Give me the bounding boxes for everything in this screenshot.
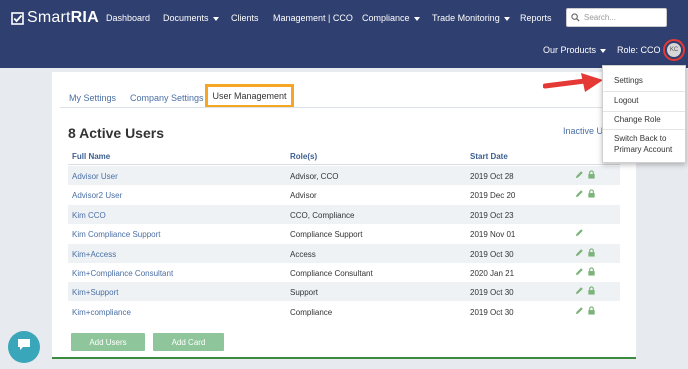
menu-item-logout[interactable]: Logout [614,95,638,106]
user-role: Compliance [290,307,333,317]
user-name-link[interactable]: Kim+Support [72,288,118,297]
user-start-date: 2019 Oct 30 [470,249,514,259]
nav-trade-monitoring[interactable]: Trade Monitoring [432,13,510,23]
table-row: Kim+Support Support 2019 Oct 30 [68,282,620,302]
nav-reports[interactable]: Reports [520,13,552,23]
search-box[interactable] [566,8,667,27]
column-header-roles[interactable]: Role(s) [290,152,317,161]
user-name-link[interactable]: Kim+Access [72,250,116,259]
edit-pencil-icon[interactable] [575,248,584,257]
user-name-link[interactable]: Kim Compliance Support [72,230,160,239]
table-row: Advisor2 User Advisor 2019 Dec 20 [68,185,620,204]
user-role: Access [290,249,316,259]
user-role: Advisor, CCO [290,172,339,181]
row-actions [575,286,596,295]
tab-user-management-label: User Management [212,91,287,101]
search-input[interactable] [584,13,664,22]
menu-item-switch-back[interactable]: Switch Back to Primary Account [614,133,682,155]
add-card-button[interactable]: Add Card [153,333,224,351]
row-actions [575,189,596,198]
row-actions [575,228,584,237]
menu-item-settings[interactable]: Settings [614,75,643,86]
table-row: Kim CCO CCO, Compliance 2019 Oct 23 [68,204,620,224]
avatar: KC [667,43,681,57]
tab-company-settings[interactable]: Company Settings [130,93,204,103]
search-icon [571,9,580,27]
row-actions [575,267,596,276]
user-start-date: 2019 Oct 30 [470,288,514,298]
table-row: Kim Compliance Support Compliance Support… [68,224,620,243]
lock-icon[interactable] [587,306,596,315]
nav-management-cco[interactable]: Management | CCO [273,13,353,23]
user-avatar-button[interactable]: KC [663,39,685,61]
user-start-date: 2019 Oct 28 [470,172,514,181]
chevron-down-icon [503,16,510,21]
lock-icon[interactable] [587,286,596,295]
chat-widget-button[interactable] [8,331,40,363]
row-actions [575,306,596,315]
column-header-start-date[interactable]: Start Date [470,152,508,161]
lock-icon[interactable] [587,247,596,257]
user-name-link[interactable]: Advisor2 User [72,191,122,200]
logo-checkbox-icon [10,11,24,25]
nav-compliance[interactable]: Compliance [362,13,420,23]
user-name-link[interactable]: Kim+compliance [72,308,131,317]
menu-divider [603,129,685,130]
top-navbar: SmartRIA Dashboard Documents Clients Man… [0,0,688,68]
logo-text: SmartRIA [27,9,99,26]
nav-clients[interactable]: Clients [231,13,259,23]
our-products-menu[interactable]: Our Products [543,45,607,55]
add-users-button[interactable]: Add Users [71,333,145,351]
user-start-date: 2019 Nov 01 [470,230,516,240]
tab-my-settings[interactable]: My Settings [69,93,116,103]
table-row: Kim+Compliance Consultant Compliance Cons… [68,263,620,282]
row-actions [575,247,596,257]
menu-item-change-role[interactable]: Change Role [614,114,661,125]
user-name-link[interactable]: Kim+Compliance Consultant [72,269,173,278]
column-header-full-name[interactable]: Full Name [72,152,110,161]
chevron-down-icon [413,16,420,21]
user-start-date: 2019 Oct 23 [470,210,514,220]
user-start-date: 2019 Dec 20 [470,191,516,201]
user-name-link[interactable]: Kim CCO [72,211,106,220]
user-role: Compliance Consultant [290,269,373,278]
role-label[interactable]: Role: CCO [617,45,661,55]
chevron-down-icon [600,48,607,53]
edit-pencil-icon[interactable] [575,170,584,179]
edit-pencil-icon[interactable] [575,189,584,198]
tab-user-management[interactable]: User Management [205,84,294,108]
chat-bubble-icon [16,337,32,357]
lock-icon[interactable] [587,170,596,179]
edit-pencil-icon[interactable] [575,267,584,276]
lock-icon[interactable] [587,267,596,276]
user-role: Support [290,288,319,298]
page-title: 8 Active Users [68,125,164,141]
menu-divider [603,111,685,112]
smartria-logo[interactable]: SmartRIA [10,9,99,27]
user-role: CCO, Compliance [290,210,355,220]
edit-pencil-icon[interactable] [575,286,584,295]
table-row: Advisor User Advisor, CCO 2019 Oct 28 [68,166,620,185]
user-role: Advisor [290,191,317,201]
account-dropdown-menu: Settings Logout Change Role Switch Back … [602,65,686,163]
table-row: Kim+compliance Compliance 2019 Oct 30 [68,302,620,321]
table-row: Kim+Access Access 2019 Oct 30 [68,243,620,263]
user-role: Compliance Support [290,230,363,240]
user-start-date: 2020 Jan 21 [470,269,515,278]
user-name-link[interactable]: Advisor User [72,172,118,181]
row-actions [575,170,596,179]
inactive-users-link[interactable]: Inactive Users [563,126,604,136]
lock-icon[interactable] [587,189,596,198]
chevron-down-icon [212,16,219,21]
edit-pencil-icon[interactable] [575,228,584,237]
user-start-date: 2019 Oct 30 [470,307,514,317]
menu-divider [603,91,685,92]
table-header-divider [68,164,620,165]
edit-pencil-icon[interactable] [575,306,584,315]
nav-dashboard[interactable]: Dashboard [106,13,150,23]
tab-divider [60,107,620,108]
annotation-arrow [543,73,603,92]
nav-documents[interactable]: Documents [163,13,219,23]
